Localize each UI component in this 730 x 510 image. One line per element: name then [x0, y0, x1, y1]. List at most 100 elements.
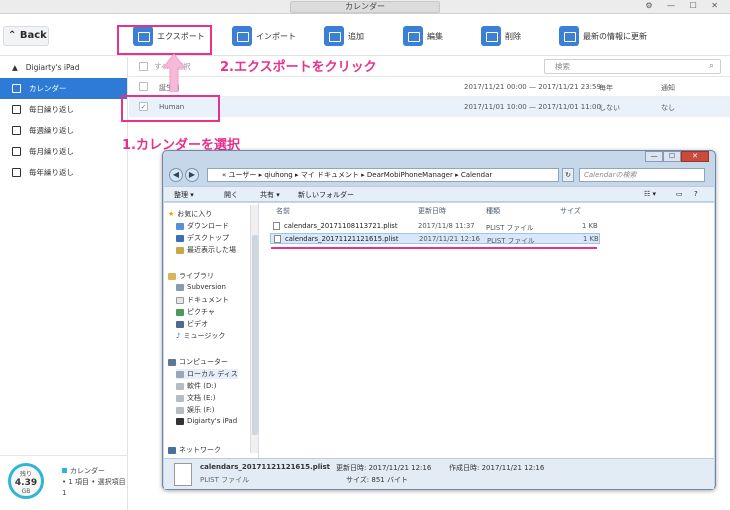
file-underline-annotation — [271, 247, 597, 249]
calendar-icon — [12, 84, 21, 93]
nav-label: ピクチャ — [187, 308, 215, 316]
nav-network[interactable]: ネットワーク — [168, 445, 221, 455]
forward-arrow-icon[interactable]: ▶ — [185, 168, 199, 182]
sidebar-item-weekly[interactable]: 毎週繰り返し — [0, 120, 127, 141]
address-bar[interactable]: « ユーザー ▸ qiuhong ▸ マイ ドキュメント ▸ DearMobiP… — [207, 168, 559, 182]
event-repeat: 毎年 — [599, 84, 613, 92]
add-button[interactable]: 追加 — [324, 22, 364, 50]
calendar-highlight — [121, 95, 220, 122]
nav-favorites[interactable]: ★ お気に入り — [168, 209, 212, 219]
sidebar-item-monthly[interactable]: 毎月繰り返し — [0, 141, 127, 162]
refresh-icon — [559, 26, 579, 46]
file-row[interactable]: calendars_20171108113721.plist 2017/11/8… — [270, 221, 600, 232]
maximize-button[interactable]: ☐ — [663, 151, 681, 162]
row-checkbox[interactable] — [139, 82, 148, 91]
legend-count: 1 項目 — [68, 478, 90, 486]
sidebar-item-daily[interactable]: 毎日繰り返し — [0, 99, 127, 120]
repeat-yearly-icon — [12, 168, 21, 177]
nav-recent[interactable]: 最近表示した場 — [176, 245, 236, 255]
selection-legend: カレンダー • 1 項目 • 選択項目 1 — [62, 467, 126, 497]
close-button[interactable]: ✕ — [681, 151, 709, 162]
explorer-body: ★ お気に入り ダウンロード デスクトップ 最近表示した場 ライブラリ Subve… — [164, 203, 714, 458]
nav-scrollbar-thumb[interactable] — [252, 235, 258, 435]
explorer-search-placeholder: Calendarの検索 — [584, 171, 637, 179]
nav-drive-d[interactable]: 軟件 (D:) — [176, 381, 216, 391]
storage-value: 4.39 — [14, 478, 38, 488]
repeat-monthly-icon — [12, 147, 21, 156]
details-filename: calendars_20171121121615.plist — [200, 463, 331, 471]
subversion-icon — [176, 283, 184, 291]
list-item[interactable]: 誕生日 2017/11/21 00:00 — 2017/11/21 23:59 … — [129, 77, 730, 97]
arrow-up-icon — [163, 54, 185, 92]
nav-drive-e[interactable]: 文档 (E:) — [176, 393, 215, 403]
refresh-button[interactable]: 最新の情報に更新 — [559, 22, 647, 50]
repeat-daily-icon — [12, 105, 21, 114]
column-size[interactable]: サイズ — [560, 206, 581, 216]
column-name[interactable]: 名前 — [276, 206, 290, 216]
edit-button[interactable]: 編集 — [403, 22, 443, 50]
nav-libraries[interactable]: ライブラリ — [168, 271, 214, 281]
explorer-nav-bar: ◀ ▶ « ユーザー ▸ qiuhong ▸ マイ ドキュメント ▸ DearM… — [169, 167, 709, 185]
sidebar-item-label: 毎年繰り返し — [29, 168, 74, 177]
nav-documents[interactable]: ドキュメント — [176, 295, 229, 305]
column-type[interactable]: 種類 — [486, 206, 500, 216]
sidebar-item-device[interactable]: ▲ Digiarty's iPad — [0, 57, 127, 78]
open-button[interactable]: 開く — [224, 190, 238, 200]
export-highlight — [117, 25, 212, 55]
file-list: 名前 更新日時 種類 サイズ calendars_20171108113721.… — [264, 203, 712, 458]
sidebar-footer: 残り 4.39 GB カレンダー • 1 項目 • 選択項目 1 — [0, 455, 128, 510]
nav-music[interactable]: ♪ ミュージック — [176, 331, 225, 341]
nav-label: ライブラリ — [179, 272, 214, 280]
minimize-button[interactable]: — — [645, 151, 663, 162]
nav-videos[interactable]: ビデオ — [176, 319, 208, 329]
explorer-search-input[interactable]: Calendarの検索 — [579, 168, 705, 182]
select-all-checkbox[interactable] — [139, 62, 148, 71]
search-icon: ⌕ — [708, 61, 714, 71]
nav-pictures[interactable]: ピクチャ — [176, 307, 215, 317]
share-button[interactable]: 共有 ▾ — [260, 190, 280, 200]
nav-desktop[interactable]: デスクトップ — [176, 233, 229, 243]
nav-label: ビデオ — [187, 320, 208, 328]
computer-icon — [168, 358, 176, 366]
nav-label: ネットワーク — [179, 446, 221, 454]
sidebar-item-calendar[interactable]: カレンダー — [0, 78, 127, 99]
downloads-icon — [176, 222, 184, 230]
back-button[interactable]: ⌃ Back — [3, 26, 49, 46]
nav-label: 娱乐 (F:) — [187, 406, 215, 414]
search-input[interactable]: 検索 ⌕ — [544, 59, 721, 74]
nav-computer[interactable]: コンピューター — [168, 357, 228, 367]
file-icon — [274, 235, 281, 243]
nav-label: ダウンロード — [187, 222, 229, 230]
legend-title: カレンダー — [70, 467, 105, 475]
nav-drive-f[interactable]: 娱乐 (F:) — [176, 405, 215, 415]
nav-label: 文档 (E:) — [187, 394, 216, 402]
delete-button[interactable]: 削除 — [481, 22, 521, 50]
address-path: « ユーザー ▸ qiuhong ▸ マイ ドキュメント ▸ DearMobiP… — [222, 171, 493, 179]
details-pane: calendars_20171121121615.plist PLIST ファイ… — [164, 458, 714, 489]
column-date[interactable]: 更新日時 — [418, 206, 446, 216]
documents-icon — [176, 296, 184, 304]
sidebar-item-yearly[interactable]: 毎年繰り返し — [0, 162, 127, 183]
file-size: 1 KB — [582, 222, 598, 230]
import-icon — [232, 26, 252, 46]
details-size: サイズ: 851 バイト — [346, 476, 408, 484]
nav-scrollbar[interactable] — [250, 205, 258, 453]
nav-downloads[interactable]: ダウンロード — [176, 221, 229, 231]
view-options-icon[interactable]: ☷ ▾ — [644, 190, 656, 198]
preview-pane-icon[interactable]: ▭ — [676, 190, 683, 198]
nav-local-disk[interactable]: ローカル ディス — [176, 369, 238, 379]
navigation-pane: ★ お気に入り ダウンロード デスクトップ 最近表示した場 ライブラリ Subve… — [164, 203, 259, 458]
help-icon[interactable]: ? — [694, 190, 698, 198]
step2-callout: 2.エクスポートをクリック — [220, 60, 377, 75]
window-controls[interactable]: ⚙ — ☐ ✕ — [645, 1, 724, 10]
organize-button[interactable]: 整理 ▾ — [174, 190, 194, 200]
file-row[interactable]: calendars_20171121121615.plist 2017/11/2… — [270, 233, 600, 245]
back-arrow-icon[interactable]: ◀ — [169, 168, 183, 182]
new-folder-button[interactable]: 新しいフォルダー — [298, 190, 354, 200]
videos-icon — [176, 320, 184, 328]
import-button[interactable]: インポート — [232, 22, 296, 50]
refresh-arrow-icon[interactable]: ↻ — [562, 168, 574, 182]
delete-label: 削除 — [505, 31, 521, 41]
nav-subversion[interactable]: Subversion — [176, 283, 226, 291]
nav-ipad[interactable]: Digiarty's iPad — [176, 417, 237, 425]
